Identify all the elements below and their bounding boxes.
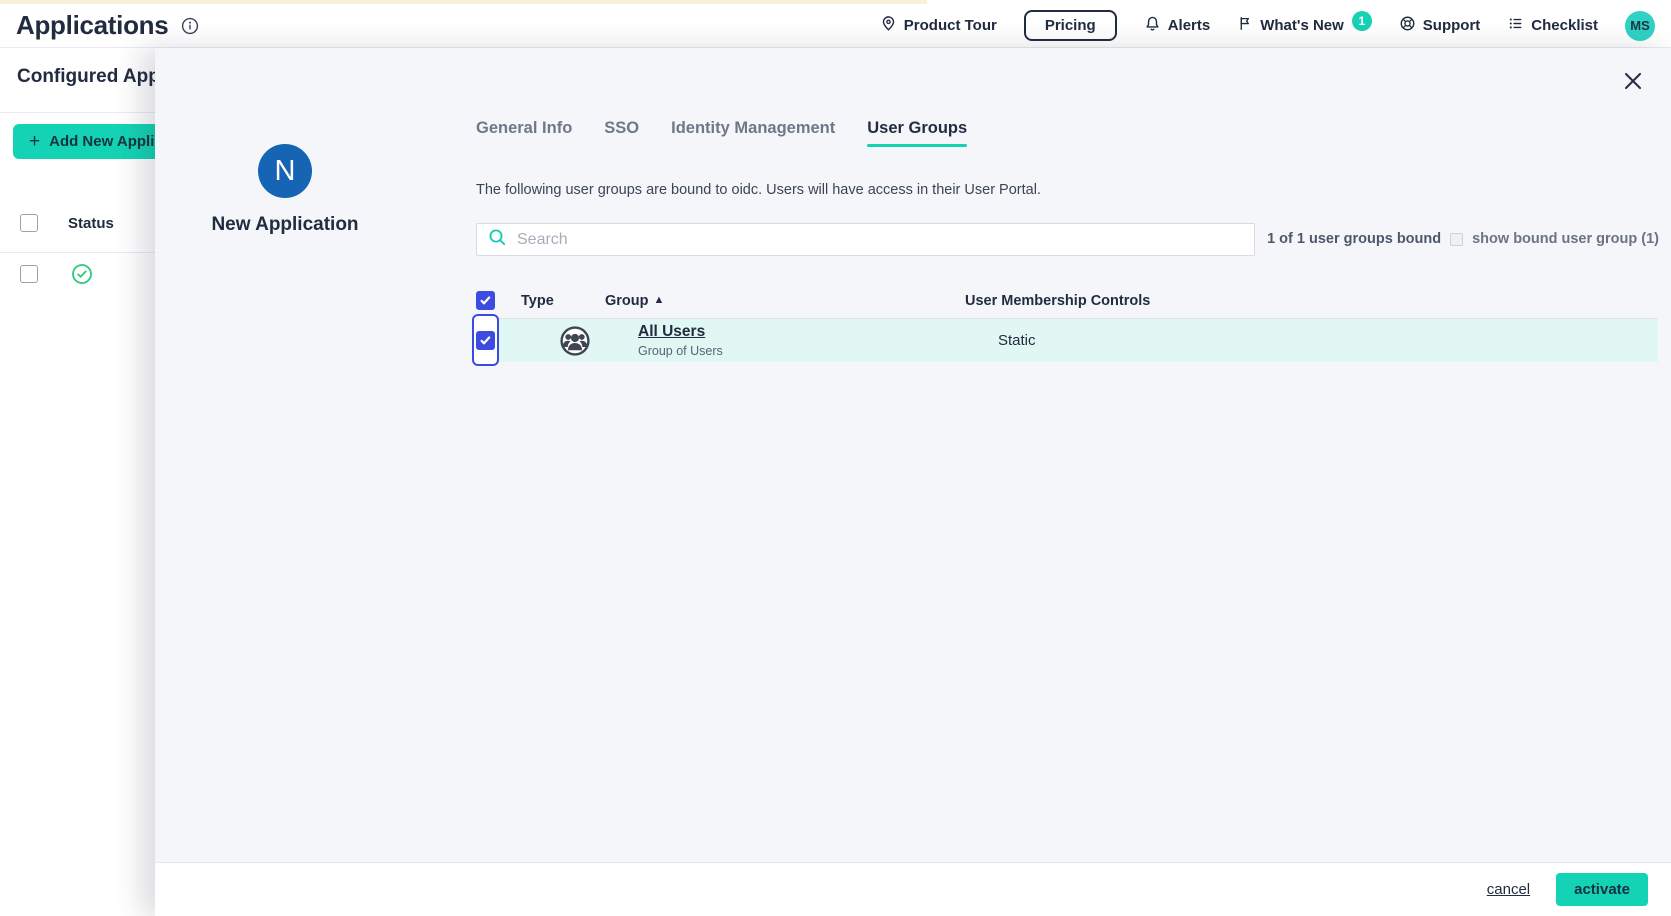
table-header: Type Group ▲ User Membership Controls xyxy=(476,288,1658,314)
pricing-button[interactable]: Pricing xyxy=(1024,10,1117,41)
cancel-button[interactable]: cancel xyxy=(1487,881,1530,898)
application-avatar: N xyxy=(258,144,312,198)
checklist-label: Checklist xyxy=(1531,17,1598,34)
panel-footer: cancel activate xyxy=(155,862,1671,916)
main-header: Applications Product Tour Pricing Alerts… xyxy=(0,4,1671,48)
bound-summary-text: 1 of 1 user groups bound xyxy=(1267,231,1441,247)
tab-identity-management[interactable]: Identity Management xyxy=(671,119,835,147)
product-tour-button[interactable]: Product Tour xyxy=(880,15,997,36)
row-highlight: All Users Group of Users Static xyxy=(488,318,1658,362)
status-active-icon xyxy=(71,263,93,290)
tab-sso[interactable]: SSO xyxy=(604,119,639,147)
type-column-header[interactable]: Type xyxy=(521,293,605,309)
user-group-icon xyxy=(559,325,591,357)
tab-user-groups[interactable]: User Groups xyxy=(867,119,967,147)
select-all-applications-checkbox[interactable] xyxy=(20,214,38,232)
search-box xyxy=(476,223,1255,256)
support-button[interactable]: Support xyxy=(1399,15,1481,36)
row-checkbox[interactable] xyxy=(476,331,495,350)
alerts-button[interactable]: Alerts xyxy=(1144,15,1211,36)
support-label: Support xyxy=(1423,17,1481,34)
activate-button[interactable]: activate xyxy=(1556,873,1648,906)
application-row-checkbox[interactable] xyxy=(20,265,38,283)
flag-icon xyxy=(1237,15,1253,36)
user-groups-description: The following user groups are bound to o… xyxy=(476,182,1041,198)
product-tour-icon xyxy=(880,15,897,36)
plus-icon: + xyxy=(29,135,40,149)
table-row[interactable]: All Users Group of Users Static xyxy=(476,318,1658,362)
membership-control-value: Static xyxy=(998,332,1658,349)
bound-summary-cluster: 1 of 1 user groups bound show bound user… xyxy=(1267,231,1659,247)
application-config-panel: N New Application General Info SSO Ident… xyxy=(155,48,1671,916)
header-nav: Product Tour Pricing Alerts What's New 1… xyxy=(880,10,1655,41)
search-input[interactable] xyxy=(517,231,1243,249)
application-name: New Application xyxy=(185,214,385,236)
sort-asc-icon: ▲ xyxy=(654,294,665,306)
status-column-header: Status xyxy=(68,215,114,232)
search-icon xyxy=(488,228,507,252)
row-checkbox-focus-ring xyxy=(472,314,499,366)
group-name-link[interactable]: All Users xyxy=(638,323,705,341)
show-bound-label: show bound user group (1) xyxy=(1472,231,1659,247)
membership-column-header[interactable]: User Membership Controls xyxy=(965,293,1658,309)
product-tour-label: Product Tour xyxy=(904,17,997,34)
tab-general-info[interactable]: General Info xyxy=(476,119,572,147)
user-avatar[interactable]: MS xyxy=(1625,11,1655,41)
info-icon[interactable] xyxy=(181,17,199,35)
show-bound-checkbox[interactable] xyxy=(1450,233,1463,246)
group-type-label: Group of Users xyxy=(638,344,998,358)
bell-icon xyxy=(1144,15,1161,36)
whats-new-badge: 1 xyxy=(1352,11,1372,31)
checklist-icon xyxy=(1507,15,1524,36)
page-title: Applications xyxy=(16,10,168,41)
panel-tabs: General Info SSO Identity Management Use… xyxy=(476,119,967,147)
whats-new-button[interactable]: What's New 1 xyxy=(1237,15,1372,36)
group-column-header[interactable]: Group ▲ xyxy=(605,293,965,309)
close-icon[interactable] xyxy=(1620,68,1646,94)
top-banner xyxy=(0,0,927,4)
checklist-button[interactable]: Checklist xyxy=(1507,15,1598,36)
whats-new-label: What's New xyxy=(1260,17,1344,34)
select-all-groups-checkbox[interactable] xyxy=(476,291,495,310)
user-groups-table: Type Group ▲ User Membership Controls xyxy=(476,288,1658,362)
alerts-label: Alerts xyxy=(1168,17,1211,34)
app-summary: N New Application xyxy=(185,144,385,236)
lifebuoy-icon xyxy=(1399,15,1416,36)
group-column-label: Group xyxy=(605,293,649,309)
